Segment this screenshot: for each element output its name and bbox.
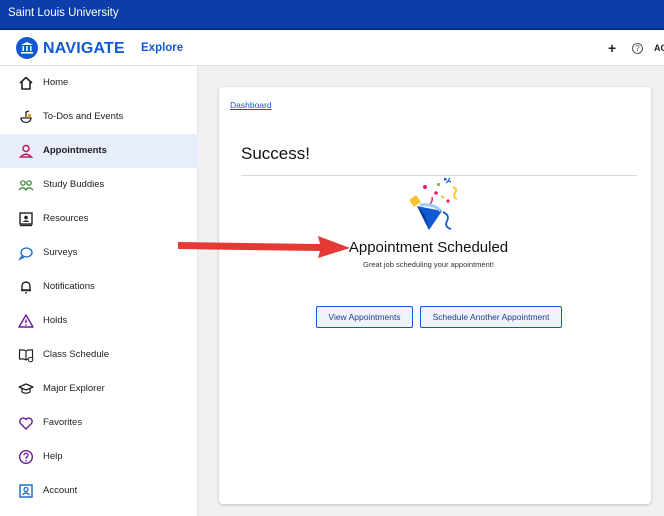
app-header: NAVIGATE Explore + ? AC [0,31,664,66]
sidebar-item-label: Account [43,485,78,496]
sidebar-item-label: Help [43,451,63,462]
sidebar-item-label: Class Schedule [43,349,110,360]
home-icon [19,76,33,90]
sidebar-item-help[interactable]: Help [0,440,198,474]
sidebar-nav: Home To-Dos and Events Appointments Stud… [0,66,198,516]
sidebar-item-label: Surveys [43,247,78,258]
sidebar-item-label: Study Buddies [43,179,105,190]
help-icon [18,449,34,465]
plus-icon[interactable]: + [608,40,616,56]
explore-link[interactable]: Explore [141,42,183,54]
account-menu[interactable]: AC [654,43,664,53]
sidebar-item-label: Appointments [43,145,107,156]
sidebar-item-label: Favorites [43,417,83,428]
main-content: Dashboard Success! Appointment Scheduled… [199,66,664,516]
resources-icon [19,212,33,227]
sidebar-item-home[interactable]: Home [0,66,198,100]
sidebar-item-label: Notifications [43,281,95,292]
sidebar-item-label: Major Explorer [43,383,105,394]
sidebar-item-todos[interactable]: To-Dos and Events [0,100,198,134]
help-circle-icon[interactable]: ? [632,43,643,54]
sidebar-item-major-explorer[interactable]: Major Explorer [0,372,198,406]
heart-icon [19,417,33,430]
navigate-logo-icon[interactable] [16,37,38,59]
grad-cap-icon [18,383,34,394]
people-icon [18,180,34,192]
sidebar-item-label: Resources [43,213,89,224]
warning-icon [18,314,34,328]
sidebar-item-label: To-Dos and Events [43,111,124,122]
sidebar-item-notifications[interactable]: Notifications [0,270,198,304]
sidebar-item-class-schedule[interactable]: Class Schedule [0,338,198,372]
schedule-icon [18,349,34,363]
schedule-another-appointment-button[interactable]: Schedule Another Appointment [420,306,562,328]
success-subline: Great job scheduling your appointment! [363,260,494,269]
sidebar-item-account[interactable]: Account [0,474,198,508]
sidebar-item-favorites[interactable]: Favorites [0,406,198,440]
success-headline: Appointment Scheduled [348,239,509,256]
breadcrumb-dashboard-link[interactable]: Dashboard [230,100,272,110]
todo-icon [20,110,32,124]
brand-name[interactable]: NAVIGATE [43,40,125,58]
bell-icon [21,281,31,294]
university-bar: Saint Louis University [0,0,664,30]
sidebar-item-surveys[interactable]: Surveys [0,236,198,270]
sidebar-item-holds[interactable]: Holds [0,304,198,338]
chat-icon [18,247,33,261]
sidebar-item-resources[interactable]: Resources [0,202,198,236]
sidebar-item-appointments[interactable]: Appointments [0,134,198,168]
sidebar-item-label: Holds [43,315,68,326]
party-popper-icon [409,177,458,230]
success-card: Dashboard Success! Appointment Scheduled… [219,87,651,504]
page-title: Success! [241,144,310,163]
university-name: Saint Louis University [8,7,119,19]
sidebar-item-study-buddies[interactable]: Study Buddies [0,168,198,202]
view-appointments-button[interactable]: View Appointments [316,306,413,328]
account-icon [19,484,33,498]
sidebar-item-label: Home [43,77,69,88]
person-icon [18,144,34,158]
